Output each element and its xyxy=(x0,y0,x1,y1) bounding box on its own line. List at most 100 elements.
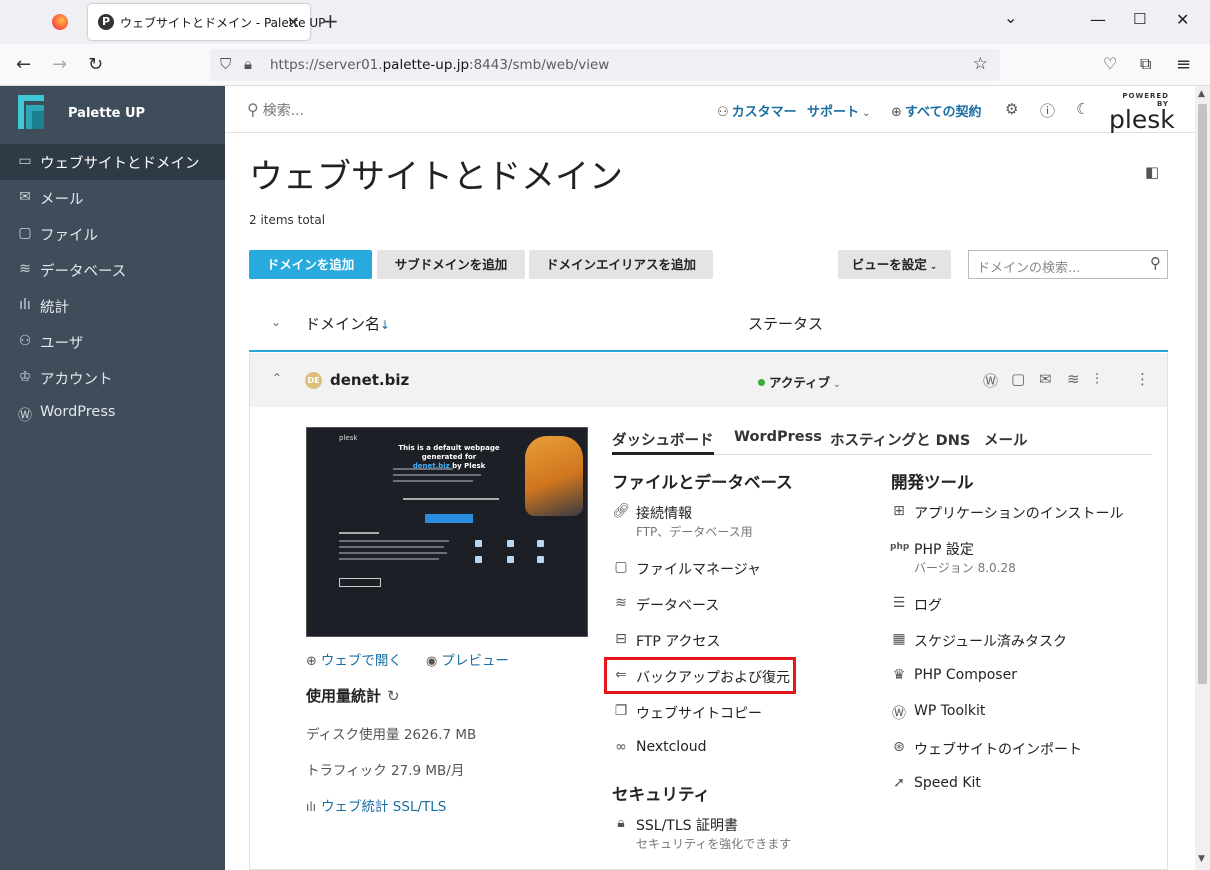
php-icon: php xyxy=(890,542,910,552)
wp-toolkit-link[interactable]: Ⓦ WP Toolkit xyxy=(892,703,985,722)
collapse-chevron-icon[interactable]: ⌃ xyxy=(272,371,282,385)
tab-dashboard[interactable]: ダッシュボード xyxy=(612,429,714,455)
back-icon[interactable]: ← xyxy=(16,54,31,75)
bookmark-star-icon[interactable]: ☆ xyxy=(973,54,988,74)
reload-icon[interactable]: ↻ xyxy=(88,54,103,75)
customer-menu[interactable]: ⚇ カスタマー xyxy=(717,101,797,120)
column-domain-name[interactable]: ドメイン名↓ xyxy=(305,313,390,334)
tab-wordpress[interactable]: WordPress xyxy=(734,429,822,445)
scrollbar-thumb[interactable] xyxy=(1198,104,1207,684)
add-domain-alias-button[interactable]: ドメインエイリアスを追加 xyxy=(529,250,713,279)
ssl-certificates-link[interactable]: 🔒︎ SSL/TLS 証明書 セキュリティを強化できます xyxy=(617,815,791,851)
sidebar-item-databases[interactable]: ≋ データベース xyxy=(0,252,225,288)
help-icon[interactable]: ⓘ xyxy=(1040,100,1055,121)
sidebar-item-account[interactable]: ♔ アカウント xyxy=(0,360,225,396)
domain-search-placeholder: ドメインの検索... xyxy=(977,261,1081,276)
tab-list-chevron-icon[interactable]: ⌄ xyxy=(1004,8,1017,27)
sort-down-icon: ↓ xyxy=(380,318,391,332)
scheduled-tasks-link[interactable]: ▦ スケジュール済みタスク xyxy=(892,631,1067,651)
sidebar-item-files[interactable]: ▢ ファイル xyxy=(0,216,225,252)
speed-kit-link[interactable]: ➚ Speed Kit xyxy=(893,775,981,791)
sidebar-item-mail[interactable]: ✉ メール xyxy=(0,180,225,216)
preview-link[interactable]: ◉ プレビュー xyxy=(426,649,509,669)
preview-text-line xyxy=(393,468,453,470)
extensions-icon[interactable]: ⚙ xyxy=(1005,100,1018,118)
file-manager-link[interactable]: ▢ ファイルマネージャ xyxy=(614,559,761,579)
browser-tab[interactable]: P ウェブサイトとドメイン - Palette UP × xyxy=(88,4,325,40)
website-preview-thumbnail[interactable]: plesk This is a default webpage generate… xyxy=(306,427,588,637)
shield-icon[interactable]: ⛉ xyxy=(220,55,231,73)
extensions-icon[interactable]: ⧉ xyxy=(1140,54,1151,74)
side-panel-icon[interactable]: ◧ xyxy=(1145,163,1159,181)
maximize-icon[interactable]: ☐ xyxy=(1133,10,1146,28)
security-heading: セキュリティ xyxy=(612,785,711,804)
subscriptions-label: すべての契約 xyxy=(904,105,982,120)
menu-icon[interactable]: ≡ xyxy=(1176,54,1191,75)
folder-icon[interactable]: ▢ xyxy=(1011,370,1025,388)
firefox-icon[interactable] xyxy=(52,14,68,30)
support-label: サポート xyxy=(807,105,860,120)
preview-feature-icon xyxy=(507,540,514,547)
connection-info-link[interactable]: 🔗︎ 接続情報 FTP、データベース用 xyxy=(612,503,753,539)
minimize-icon[interactable]: — xyxy=(1090,10,1106,29)
preview-feature-icon xyxy=(537,556,544,563)
scroll-down-icon[interactable]: ▼ xyxy=(1198,854,1205,864)
settings-sliders-icon[interactable]: ⫶ xyxy=(1095,370,1099,388)
sidebar-item-users[interactable]: ⚇ ユーザ xyxy=(0,324,225,360)
app-install-link[interactable]: ⊞ アプリケーションのインストール xyxy=(893,503,1123,523)
databases-link[interactable]: ≋ データベース xyxy=(615,595,719,615)
php-settings-link[interactable]: php PHP 設定 バージョン 8.0.28 xyxy=(890,539,1016,575)
database-icon[interactable]: ≋ xyxy=(1067,370,1080,388)
support-menu[interactable]: サポート ⌄ xyxy=(807,101,870,120)
nextcloud-link[interactable]: ∞ Nextcloud xyxy=(615,739,706,755)
website-import-label: ウェブサイトのインポート xyxy=(914,742,1082,758)
browser-tabbar: P ウェブサイトとドメイン - Palette UP × + ⌄ — ☐ ✕ xyxy=(0,0,1210,44)
more-options-icon[interactable]: ⋮ xyxy=(1135,370,1150,388)
wordpress-icon[interactable]: Ⓦ xyxy=(983,370,998,391)
php-composer-label: PHP Composer xyxy=(914,667,1017,683)
add-subdomain-button[interactable]: サブドメインを追加 xyxy=(377,250,525,279)
dark-mode-moon-icon[interactable]: ☾ xyxy=(1076,100,1089,118)
logs-link[interactable]: ☰ ログ xyxy=(893,595,942,615)
sidebar-item-wordpress[interactable]: Ⓦ WordPress xyxy=(0,396,225,432)
refresh-icon[interactable]: ↻ xyxy=(387,687,400,705)
preview-feature-icon xyxy=(537,540,544,547)
close-window-icon[interactable]: ✕ xyxy=(1176,10,1189,29)
tab-mail[interactable]: メール xyxy=(984,429,1028,450)
sidebar-item-stats[interactable]: ılı 統計 xyxy=(0,288,225,324)
scroll-up-icon[interactable]: ▲ xyxy=(1198,89,1205,99)
vertical-scrollbar[interactable]: ▲ ▼ xyxy=(1195,86,1210,870)
lock-icon[interactable]: 🔒︎ xyxy=(244,55,252,73)
domain-search-input[interactable]: ドメインの検索... ⚲ xyxy=(968,250,1168,279)
php-composer-link[interactable]: ♛ PHP Composer xyxy=(893,667,1017,683)
pocket-icon[interactable]: ♡ xyxy=(1103,54,1117,73)
open-in-web-link[interactable]: ⊕ ウェブで開く xyxy=(306,649,402,669)
forward-icon[interactable]: → xyxy=(52,54,67,75)
wordpress-icon: Ⓦ xyxy=(892,706,906,722)
subscriptions-menu[interactable]: ⊕ すべての契約 xyxy=(891,101,981,120)
global-search[interactable]: ⚲ 検索... xyxy=(247,100,304,120)
ssl-certificates-sub: セキュリティを強化できます xyxy=(636,837,792,851)
new-tab-icon[interactable]: + xyxy=(322,9,339,33)
expand-all-chevron-icon[interactable]: ⌄ xyxy=(271,315,281,329)
domain-row[interactable]: ⌃ DE denet.biz アクティブ ⌄ Ⓦ ▢ ✉ ≋ ⫶ ⋮ xyxy=(250,353,1167,407)
domain-name[interactable]: denet.biz xyxy=(330,371,409,389)
add-domain-button[interactable]: ドメインを追加 xyxy=(249,250,372,279)
preview-plesk-brand: plesk xyxy=(339,434,358,442)
globe-icon: ⊕ xyxy=(306,654,317,669)
top-header: ⚲ 検索... ⚇ カスタマー サポート ⌄ ⊕ すべての契約 ⚙ ⓘ ☾ POWERE… xyxy=(225,86,1195,133)
preview-text-line xyxy=(339,552,447,554)
website-copy-link[interactable]: ❐ ウェブサイトコピー xyxy=(615,703,762,723)
sidebar-item-websites[interactable]: ▭ ウェブサイトとドメイン xyxy=(0,144,225,180)
palette-up-logo[interactable] xyxy=(18,95,46,131)
ftp-access-link[interactable]: ⊟ FTP アクセス xyxy=(615,631,720,651)
web-stats-link[interactable]: ılı ウェブ統計 SSL/TLS xyxy=(306,795,446,815)
website-import-link[interactable]: ⊛ ウェブサイトのインポート xyxy=(893,739,1082,759)
tab-hosting-dns[interactable]: ホスティングと DNS xyxy=(830,429,970,450)
close-tab-icon[interactable]: × xyxy=(287,12,300,31)
preview-headline-text: This is a default webpage generated for xyxy=(398,444,500,461)
mail-icon[interactable]: ✉ xyxy=(1039,370,1052,388)
view-settings-button[interactable]: ビューを設定 ⌄ xyxy=(838,250,951,279)
status-dropdown[interactable]: アクティブ ⌄ xyxy=(758,372,841,391)
address-bar[interactable]: ⛉ 🔒︎ https://server01.palette-up.jp:8443… xyxy=(210,49,1000,81)
